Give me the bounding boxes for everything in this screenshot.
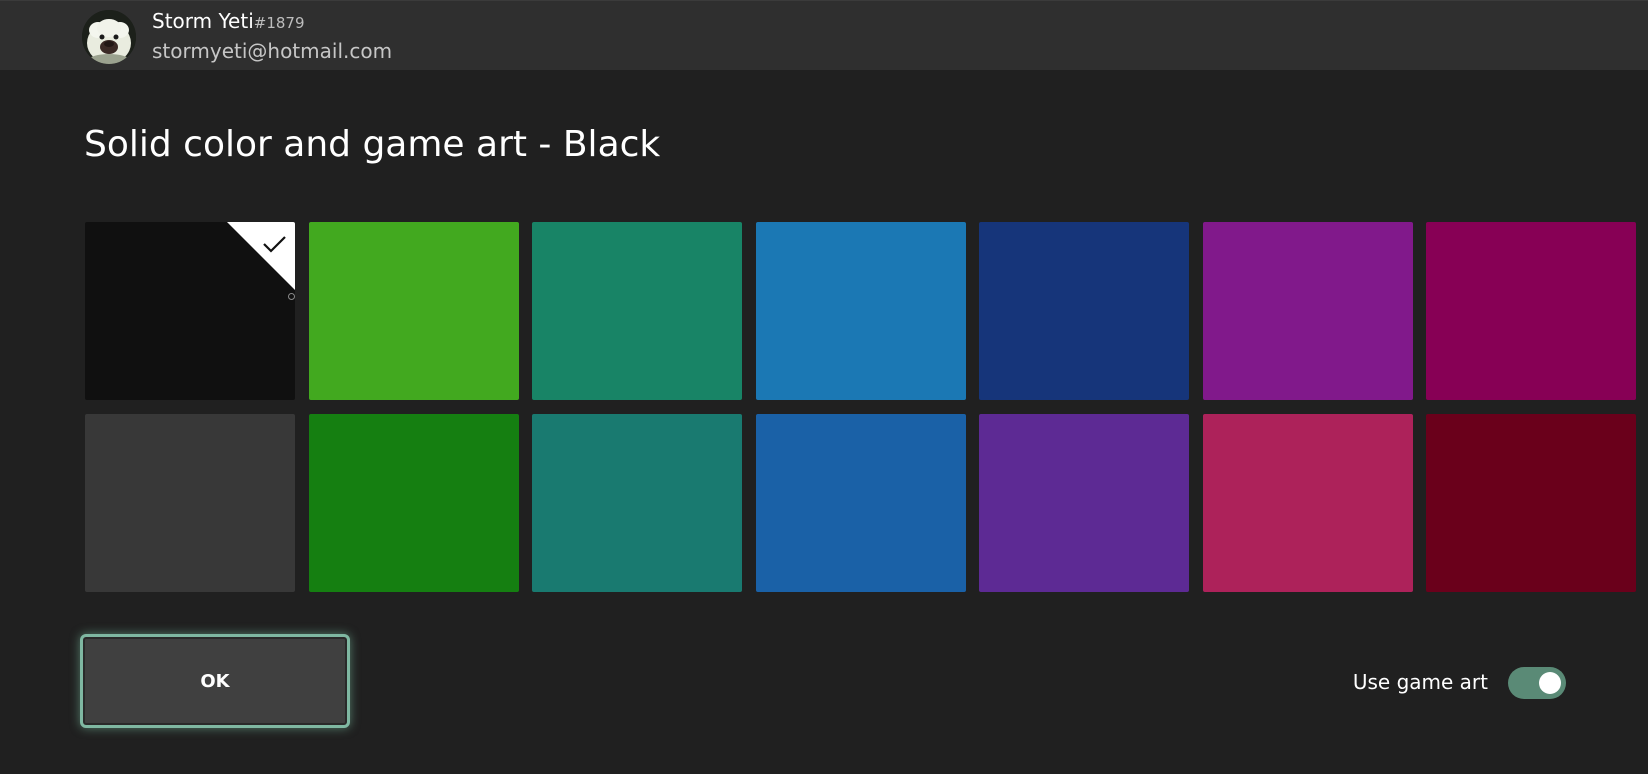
ok-button[interactable]: OK (80, 634, 350, 728)
account-header: Storm Yeti#1879 stormyeti@hotmail.com (0, 0, 1648, 70)
color-swatch-blue[interactable] (755, 414, 966, 592)
page-title: Solid color and game art - Black (84, 124, 661, 165)
color-swatch-grid (85, 222, 1636, 592)
color-swatch-black[interactable] (85, 222, 295, 400)
toggle-knob (1539, 672, 1561, 694)
checkmark-icon (263, 236, 286, 253)
color-swatch-green[interactable] (308, 222, 519, 400)
color-swatch-dark-teal[interactable] (532, 414, 742, 592)
gamertag: Storm Yeti#1879 (152, 9, 305, 33)
use-game-art-toggle[interactable] (1508, 667, 1566, 699)
account-email: stormyeti@hotmail.com (152, 39, 393, 63)
color-swatch-navy[interactable] (979, 222, 1189, 400)
gamertag-suffix: #1879 (253, 14, 305, 32)
color-swatch-purple[interactable] (1202, 222, 1413, 400)
color-swatch-magenta[interactable] (1426, 222, 1636, 400)
focus-dot-icon (288, 293, 295, 300)
yeti-avatar-icon (82, 10, 136, 64)
color-swatch-pink[interactable] (1202, 414, 1413, 592)
color-swatch-dark-green[interactable] (308, 414, 519, 592)
color-swatch-maroon[interactable] (1426, 414, 1636, 592)
color-swatch-violet[interactable] (979, 414, 1189, 592)
gamertag-name: Storm Yeti (152, 9, 254, 33)
color-swatch-teal-green[interactable] (532, 222, 742, 400)
use-game-art-label: Use game art (1352, 670, 1488, 694)
color-swatch-dark-gray[interactable] (85, 414, 295, 592)
color-swatch-light-blue[interactable] (755, 222, 966, 400)
